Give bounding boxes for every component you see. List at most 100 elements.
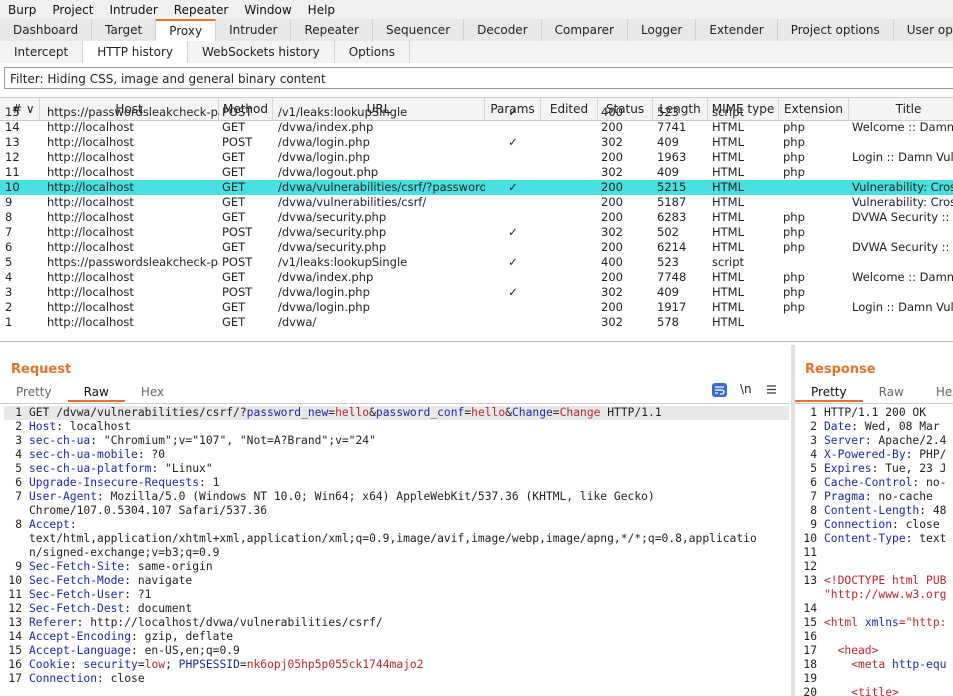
tab-dashboard[interactable]: Dashboard — [0, 19, 93, 41]
code-token: : Apache/2.4 — [864, 434, 947, 447]
line-number: 14 — [8, 630, 22, 643]
response-editor[interactable]: 1 HTTP/1.1 200 OK 2 Date: Wed, 08 Mar 3 Serve… — [799, 406, 953, 696]
response-line: 12 — [799, 560, 953, 574]
line-content: Content-Length: 48 — [824, 504, 946, 518]
wrap-lines-icon[interactable] — [712, 383, 727, 397]
table-row[interactable]: 6 http://localhost GET/dvwa/security.php 20… — [0, 240, 953, 255]
menu-help[interactable]: Help — [300, 3, 343, 17]
line-number: 5 — [15, 462, 22, 475]
menu-repeater[interactable]: Repeater — [166, 3, 237, 17]
request-line: 2 Host: localhost — [4, 420, 789, 434]
proxy-tab-http-history[interactable]: HTTP history — [83, 41, 189, 63]
table-row[interactable]: 8 http://localhost GET/dvwa/security.php 20… — [0, 210, 953, 225]
code-token: & — [505, 406, 512, 419]
table-row[interactable]: 3 http://localhost POST/dvwa/login.php ✓ 302… — [0, 285, 953, 300]
code-token: Content-Type — [824, 532, 906, 545]
menu-window[interactable]: Window — [236, 3, 299, 17]
proxy-tab-options[interactable]: Options — [335, 41, 410, 63]
table-row[interactable]: 4 http://localhost GET/dvwa/index.php 200 77… — [0, 270, 953, 285]
cell-title: Vulnerability: Cross S — [852, 180, 953, 194]
request-tab-pretty[interactable]: Pretty — [0, 382, 68, 402]
code-token: : no-cache — [864, 490, 933, 503]
line-number: 3 — [15, 434, 22, 447]
line-number: 10 — [8, 574, 22, 587]
menu-intruder[interactable]: Intruder — [101, 3, 165, 17]
cell-length: 6214 — [657, 240, 687, 254]
response-tab-raw[interactable]: Raw — [863, 382, 920, 402]
proxy-tab-websockets-history[interactable]: WebSockets history — [188, 41, 335, 63]
line-number: 8 — [810, 504, 817, 517]
hamburger-menu-icon[interactable] — [766, 384, 777, 398]
cell-host: http://localhost — [47, 285, 134, 299]
tab-repeater[interactable]: Repeater — [291, 19, 373, 41]
line-content: User-Agent: Mozilla/5.0 (Windows NT 10.0… — [29, 490, 655, 504]
code-token: : http://localhost/dvwa/vulnerabilities/… — [76, 616, 383, 629]
request-title: Request — [11, 362, 72, 377]
cell-url: /dvwa/security.php — [278, 210, 387, 224]
cell-ext: php — [783, 225, 805, 239]
table-row[interactable]: 11 http://localhost GET/dvwa/logout.php 302… — [0, 165, 953, 180]
code-token: ; — [165, 658, 179, 671]
response-tab-hex[interactable]: Hex — [920, 382, 953, 402]
table-row[interactable]: 7 http://localhost POST/dvwa/security.php ✓… — [0, 225, 953, 240]
code-token: password_new — [246, 406, 329, 419]
tab-target[interactable]: Target — [92, 19, 157, 41]
tab-user-options[interactable]: User options — [894, 19, 953, 41]
table-row[interactable]: 10 http://localhost GET/dvwa/vulnerabiliti… — [0, 180, 953, 195]
response-tab-pretty[interactable]: Pretty — [795, 382, 863, 402]
line-number: 1 — [15, 406, 22, 419]
cell-title: Login :: Damn Vulner — [852, 150, 953, 164]
tab-proxy[interactable]: Proxy — [156, 19, 217, 41]
cell-url: /dvwa/vulnerabilities/csrf/ — [278, 195, 427, 209]
line-number: 2 — [15, 420, 22, 433]
newline-toggle-button[interactable]: \n — [740, 382, 752, 396]
cell-mime: HTML — [712, 120, 745, 134]
proxy-tabs: Intercept HTTP history WebSockets history O… — [0, 41, 953, 63]
code-token: : Wed, 08 Mar — [851, 420, 940, 433]
proxy-tab-intercept[interactable]: Intercept — [0, 41, 84, 63]
tab-decoder[interactable]: Decoder — [464, 19, 542, 41]
line-number: 16 — [8, 658, 22, 671]
cell-title: Welcome :: Damn Vu — [852, 270, 953, 284]
tab-logger[interactable]: Logger — [628, 19, 697, 41]
tab-project-options[interactable]: Project options — [778, 19, 894, 41]
code-token: Accept-Language — [29, 644, 132, 657]
line-number: 17 — [803, 644, 817, 657]
cell-method: GET — [222, 195, 246, 209]
tab-intruder[interactable]: Intruder — [216, 19, 292, 41]
table-row[interactable]: 9 http://localhost GET/dvwa/vulnerabilitie… — [0, 195, 953, 210]
response-line: 18 <meta http-equ — [799, 658, 953, 672]
cell-host: http://localhost — [47, 195, 134, 209]
filter-bar[interactable]: Filter: Hiding CSS, image and general bi… — [4, 67, 953, 89]
request-tab-raw[interactable]: Raw — [67, 382, 125, 402]
cell-num: 8 — [5, 210, 13, 224]
menu-project[interactable]: Project — [44, 3, 101, 17]
tab-extender[interactable]: Extender — [696, 19, 778, 41]
line-number: 19 — [803, 672, 817, 685]
table-row[interactable]: 1 http://localhost GET/dvwa/302 578 HTML — [0, 315, 953, 330]
cell-length: 1963 — [657, 150, 687, 164]
line-content: Content-Type: text — [824, 532, 946, 546]
code-token: Connection — [824, 518, 893, 531]
table-row[interactable]: 15 https://passwordsleakcheck-pa... POST/v… — [0, 105, 953, 120]
table-row[interactable]: 12 http://localhost GET/dvwa/login.php 200 1… — [0, 150, 953, 165]
cell-num: 15 — [5, 105, 20, 119]
tab-sequencer[interactable]: Sequencer — [373, 19, 465, 41]
cell-title: Login :: Damn Vulner — [852, 300, 953, 314]
tab-comparer[interactable]: Comparer — [542, 19, 628, 41]
cell-ext: php — [783, 135, 805, 149]
menu-burp[interactable]: Burp — [0, 3, 44, 17]
http-history-table: # ∨ Host Method URL Params Edited Status Length… — [0, 97, 953, 342]
response-line: 20 <title> — [799, 686, 953, 696]
code-token: low — [144, 658, 166, 671]
request-editor[interactable]: 1 GET /dvwa/vulnerabilities/csrf/?passwor… — [4, 406, 789, 696]
request-tab-hex[interactable]: Hex — [125, 382, 180, 402]
code-token: <!DOCTYPE html PUB — [824, 574, 947, 587]
line-content: GET /dvwa/vulnerabilities/csrf/?password… — [29, 406, 662, 420]
table-row[interactable]: 2 http://localhost GET/dvwa/login.php 200 19… — [0, 300, 953, 315]
code-token: : "Linux" — [151, 462, 213, 475]
table-row[interactable]: 5 https://passwordsleakcheck-pa... POST/v1… — [0, 255, 953, 270]
table-row[interactable]: 14 http://localhost GET/dvwa/index.php 200 7… — [0, 120, 953, 135]
table-row[interactable]: 13 http://localhost POST/dvwa/login.php ✓ 30… — [0, 135, 953, 150]
code-token: & — [369, 406, 376, 419]
